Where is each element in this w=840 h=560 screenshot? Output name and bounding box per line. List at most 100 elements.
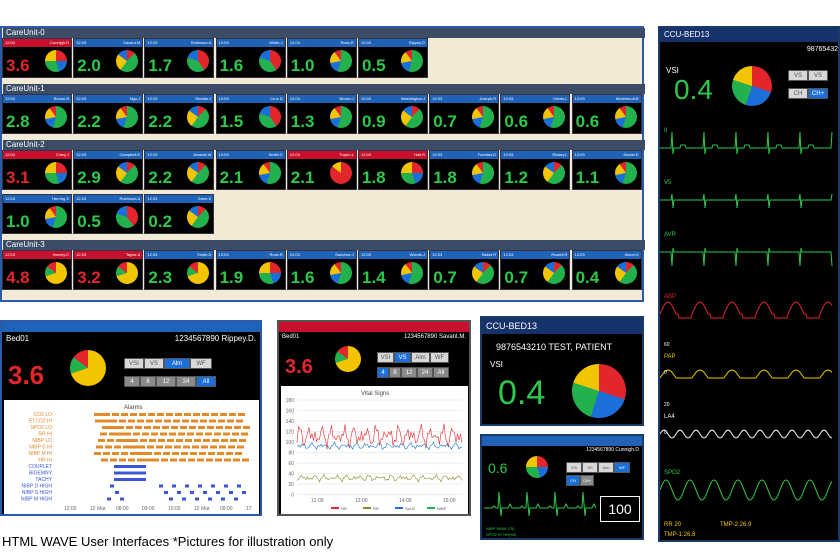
- caption: HTML WAVE User Interfaces *Pictures for …: [2, 534, 334, 549]
- alarm-mark: [172, 484, 176, 488]
- vs-button[interactable]: VS: [144, 358, 164, 369]
- range-24-button[interactable]: 24: [176, 376, 196, 387]
- tile-vsi-value: 2.8: [6, 112, 30, 131]
- ch-button[interactable]: CH: [566, 475, 580, 486]
- patient-panel-waveform: 1234567890 Cunnigh.D 0.6 VSI VS Alm WF CH CH…: [480, 434, 644, 540]
- tile-patient-name: Smith.S: [268, 152, 283, 157]
- alarm-mark: [158, 439, 165, 442]
- channel-buttons: CH CH+: [566, 469, 594, 487]
- ch-plus-button[interactable]: CH+: [808, 88, 828, 99]
- patient-tile[interactable]: 12:03 Turpin.L 2.1: [286, 150, 357, 190]
- patient-tile[interactable]: 12:03 White.J 1.6: [215, 38, 286, 78]
- tile-vsi-value: 1.6: [290, 268, 315, 287]
- tile-pie-icon: [45, 206, 67, 228]
- alarm-mark: [185, 439, 192, 442]
- patient-tile[interactable]: 12:03 Brown.J 1.3: [286, 94, 357, 134]
- alarm-mark: [237, 484, 241, 488]
- patient-tile[interactable]: 12:03 Mcdermott.B 0.6: [571, 94, 642, 134]
- vs-button[interactable]: VS: [788, 70, 808, 81]
- range-8-button[interactable]: 8: [389, 367, 401, 378]
- alarm-mark: [98, 439, 105, 442]
- patient-tile[interactable]: 12:03 Reeder.J 2.2: [144, 94, 215, 134]
- vs-alt-button[interactable]: VS: [808, 70, 828, 81]
- wf-button[interactable]: WF: [614, 462, 630, 473]
- tile-vsi-value: 0.7: [504, 268, 529, 287]
- alarm-mark: [220, 413, 227, 416]
- patient-tile[interactable]: 12:03 Ngo.J 2.2: [73, 94, 144, 134]
- vsi-button[interactable]: VSI: [124, 358, 144, 369]
- tile-time: 12:03: [147, 40, 158, 45]
- alarm-label: RR HI: [38, 432, 52, 438]
- ch-button[interactable]: CH: [788, 88, 808, 99]
- range-8-button[interactable]: 8: [140, 376, 156, 387]
- alarm-mark: [121, 413, 128, 416]
- patient-tile[interactable]: 12:03 Harvey.C 4.8: [2, 250, 72, 290]
- panel-titlebar: [482, 436, 642, 446]
- tile-time: 12:03: [5, 40, 16, 45]
- patient-tile[interactable]: 12:03 Washington.J 0.9: [358, 94, 428, 134]
- wf-button[interactable]: WF: [190, 358, 212, 369]
- tile-vsi-value: 0.2: [148, 212, 173, 231]
- tile-header: 12:03 Ross.R: [216, 251, 285, 259]
- alarm-label: NIBP S HI: [29, 445, 52, 451]
- tile-patient-name: Cunnigh.D: [50, 40, 69, 45]
- tile-time: 12:03: [432, 252, 443, 257]
- range-12-button[interactable]: 12: [401, 367, 417, 378]
- tile-vsi-value: 1.6: [219, 56, 244, 75]
- patient-tile[interactable]: 12:03 Joseph.R 0.7: [429, 94, 500, 134]
- range-all-button[interactable]: All: [196, 376, 216, 387]
- patient-tile[interactable]: 12:03 Smith.S 2.1: [215, 150, 286, 190]
- range-12-button[interactable]: 12: [156, 376, 176, 387]
- patient-tile[interactable]: 12:03 Brown.B 2.8: [2, 94, 72, 134]
- patient-tile[interactable]: 12:03 Savant.M 2.0: [73, 38, 144, 78]
- patient-tile[interactable]: 12:03 Daniel.E 1.1: [571, 150, 642, 190]
- panel-titlebar: [279, 322, 469, 332]
- alarm-label: TACHY: [35, 477, 52, 483]
- tmp1-readout: TMP-1:26.8: [664, 532, 696, 538]
- patient-tile[interactable]: 12:03 Fuentes.D 1.8: [429, 150, 500, 190]
- patient-tile[interactable]: 12:03 Rickey.L 1.2: [500, 150, 571, 190]
- range-4-button[interactable]: 4: [124, 376, 140, 387]
- patient-tile[interactable]: 12:03 Harris.L 0.6: [500, 94, 571, 134]
- patient-id: 1234567890 Savant.M.: [403, 334, 466, 340]
- patient-tile[interactable]: 12:03 Dixon.S 0.4: [571, 250, 642, 290]
- range-4-button[interactable]: 4: [377, 367, 389, 378]
- tile-pie-icon: [329, 50, 352, 72]
- patient-tile[interactable]: 12:03 Robinson.A 1.7: [144, 38, 215, 78]
- patient-tile[interactable]: 12:03 Ross.R 1.9: [215, 250, 286, 290]
- patient-tile[interactable]: 12:03 Herring.S 1.0: [2, 194, 72, 234]
- patient-id: 1234567890 Rippey.D.: [174, 334, 256, 343]
- tile-time: 12:03: [289, 96, 300, 101]
- alarm-mark: [208, 497, 212, 501]
- patient-tile[interactable]: 12:03 Cruz.D 1.5: [215, 94, 286, 134]
- alarm-mark: [118, 432, 125, 436]
- patient-tile[interactable]: 12:03 Hall.R 1.8: [358, 150, 428, 190]
- alarm-mark: [121, 452, 128, 455]
- patient-tile[interactable]: 12:03 Campbell.K 2.9: [73, 150, 144, 190]
- alm-button[interactable]: Alm: [164, 358, 190, 369]
- patient-tile[interactable]: 12:03 Robinson.A 0.5: [73, 194, 144, 234]
- ch-plus-button[interactable]: CH+: [580, 475, 594, 486]
- range-24-button[interactable]: 24: [417, 367, 433, 378]
- alarm-mark: [142, 432, 149, 436]
- range-all-button[interactable]: All: [433, 367, 449, 378]
- tile-time: 12:03: [289, 40, 300, 45]
- patient-tile[interactable]: 12:03 Sanchez.J 1.6: [286, 250, 357, 290]
- tile-vsi-value: 2.0: [77, 56, 101, 75]
- patient-tile[interactable]: 12:03 Smith.D 2.3: [144, 250, 215, 290]
- patient-tile[interactable]: 12:03 Taylor.A 3.2: [73, 250, 144, 290]
- alm-button[interactable]: Alm: [598, 462, 614, 473]
- patient-tile[interactable]: 12:03 Rowell.R 0.7: [500, 250, 571, 290]
- patient-tile[interactable]: 12:03 Ross.R 1.0: [286, 38, 357, 78]
- patient-tile[interactable]: 12:03 Woods.J 1.4: [358, 250, 428, 290]
- patient-tile[interactable]: 12:03 Greer.K 0.2: [144, 194, 215, 234]
- patient-tile[interactable]: 12:03 Cunnigh.D 3.6: [2, 38, 72, 78]
- vsi-label: VSI: [490, 360, 503, 369]
- patient-tile[interactable]: 12:03 Baker.R 0.7: [429, 250, 500, 290]
- tile-pie-icon: [543, 106, 566, 128]
- alarm-mark: [95, 419, 102, 423]
- alarm-mark: [130, 413, 137, 416]
- patient-tile[interactable]: 12:03 Rippey.D 0.5: [358, 38, 428, 78]
- patient-tile[interactable]: 12:03 Jessels.W 2.2: [144, 150, 215, 190]
- patient-tile[interactable]: 12:03 Coley.J 3.1: [2, 150, 72, 190]
